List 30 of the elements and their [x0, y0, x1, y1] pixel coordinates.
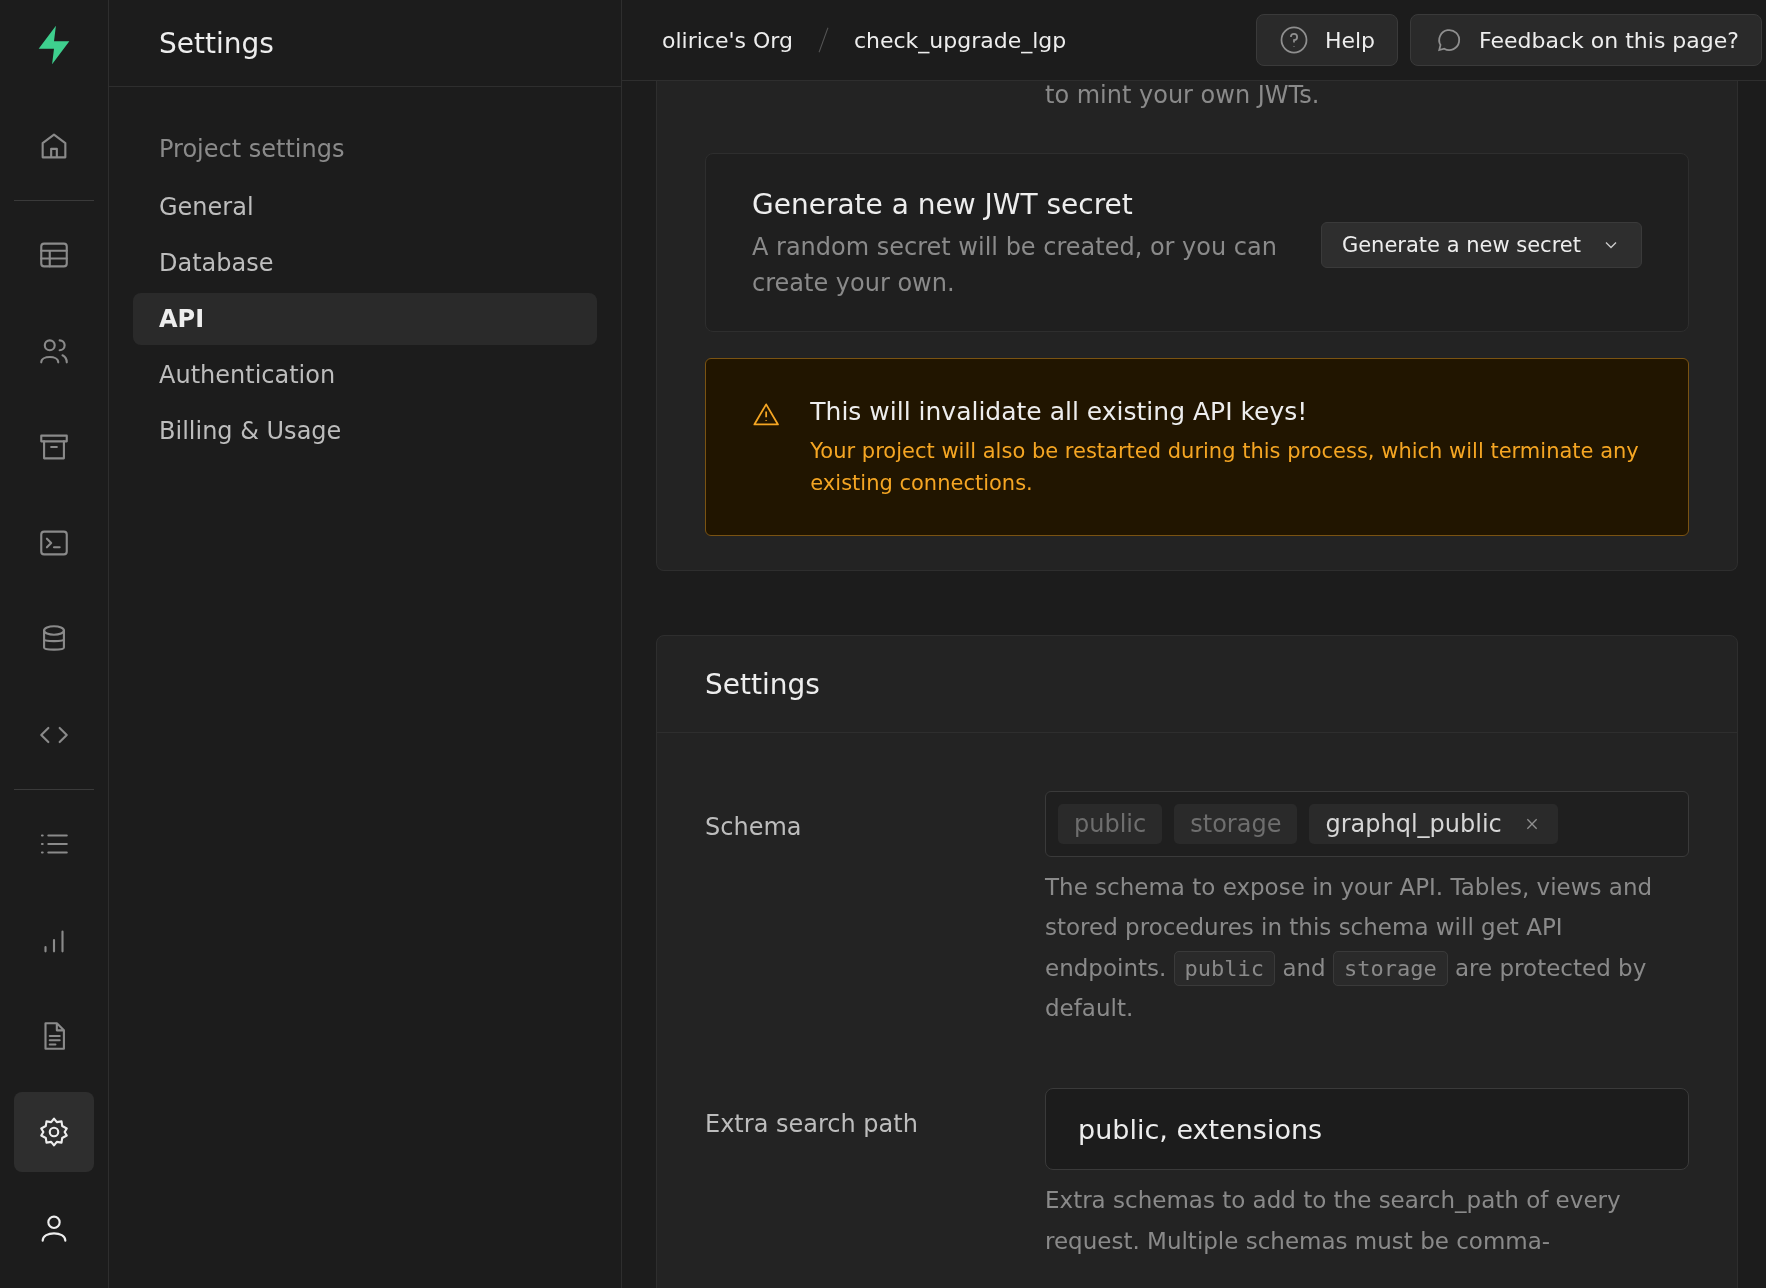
section-title: Generate a new JWT secret [752, 188, 1134, 221]
warning-text: Your project will also be restarted during this process, which will terminate any existing connections. [810, 438, 1640, 497]
schema-tag[interactable]: graphql_public [1309, 804, 1558, 844]
search-path-description: Extra schemas to add to the search_path of every request. Multiple schemas must be comma- [1045, 1186, 1622, 1256]
intro-text: to mint your own JWTs. [1045, 81, 1321, 109]
sidebar-item[interactable]: API [133, 293, 597, 345]
schema-field[interactable]: public storage graphql_public [1045, 791, 1689, 857]
section-heading: Project settings [158, 135, 346, 165]
help-icon [1278, 25, 1309, 55]
sidebar-title: Settings [159, 26, 274, 60]
sidebar-item[interactable]: General [133, 181, 597, 233]
warning-title: This will invalidate all existing API keys! [810, 397, 1309, 426]
breadcrumb-link[interactable]: check_upgrade_lgp [853, 27, 1067, 53]
field-label: Extra search path [705, 1109, 919, 1141]
help-button[interactable]: Help [1255, 14, 1399, 66]
sidebar-item[interactable]: Database [133, 237, 597, 289]
field-label: Schema [705, 812, 803, 843]
card-title: Settings [705, 667, 820, 701]
search-path-input[interactable]: public, extensions [1045, 1088, 1689, 1171]
settings-icon [37, 1115, 71, 1149]
schema-description: The schema to expose in your API. Tables, views and stored procedures in this schema will get API endpoints. public and storage are protected by default. [1045, 873, 1654, 1023]
settings-button[interactable] [14, 1092, 94, 1172]
description: A random secret will be created, or you can create your own. [752, 232, 1278, 299]
inline-code: public [1173, 950, 1276, 986]
sidebar-item[interactable]: Billing & Usage [133, 405, 597, 457]
inline-code: storage [1333, 950, 1448, 986]
generate-dropdown[interactable]: Generate a new secret [1320, 222, 1642, 268]
feedback-button[interactable]: Feedback on this page? [1410, 14, 1762, 66]
breadcrumb-link[interactable]: olirice's Org [662, 27, 793, 53]
sidebar-item[interactable]: Authentication [133, 349, 597, 401]
